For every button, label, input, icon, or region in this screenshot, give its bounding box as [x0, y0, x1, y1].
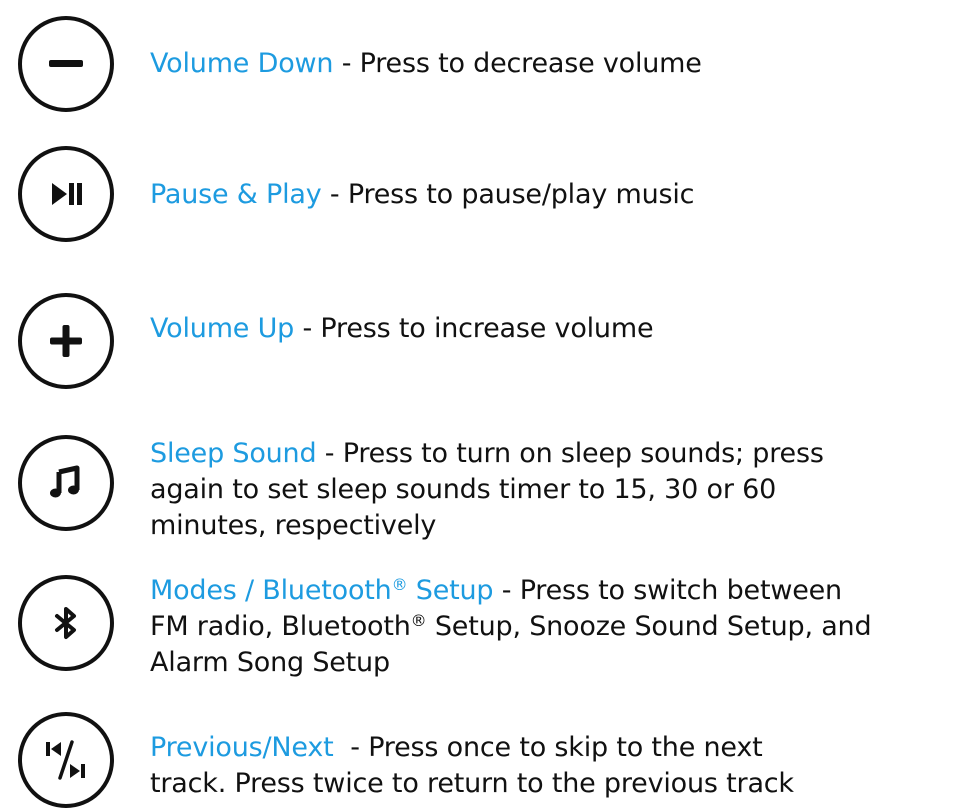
- description-text: Press once to skip to the next: [368, 732, 763, 763]
- description-line: Alarm Song Setup: [150, 647, 390, 678]
- description-text: Press to decrease volume: [359, 48, 702, 79]
- description-line: minutes, respectively: [150, 510, 437, 541]
- control-name: Volume Up: [150, 313, 295, 344]
- control-name: Sleep Sound: [150, 438, 317, 469]
- description-line: again to set sleep sounds timer to 15, 3…: [150, 474, 777, 505]
- control-description: Sleep Sound - Press to turn on sleep sou…: [150, 436, 960, 544]
- description-text: Press to increase volume: [320, 313, 654, 344]
- previous-next-button: [18, 712, 114, 808]
- previous-next-icon: [46, 740, 85, 780]
- description-text: Press to turn on sleep sounds; press: [342, 438, 824, 469]
- plus-icon: [50, 325, 82, 357]
- description-text: Press to switch between: [519, 575, 842, 606]
- separator: -: [333, 48, 360, 79]
- modes-bluetooth-button: [18, 575, 114, 671]
- registered-mark: ®: [410, 611, 427, 631]
- volume-up-button: [18, 293, 114, 389]
- control-description: Volume Down - Press to decrease volume: [150, 46, 960, 82]
- bluetooth-icon: [55, 607, 76, 639]
- description-line: Previous/Next - Press once to skip to th…: [150, 730, 960, 766]
- control-name: Pause & Play: [150, 179, 322, 210]
- control-description: Modes / Bluetooth® Setup - Press to swit…: [150, 573, 960, 681]
- description-text: Press to pause/play music: [347, 179, 695, 210]
- control-name: Volume Down: [150, 48, 334, 79]
- play-pause-icon: [52, 183, 82, 205]
- volume-down-button: [18, 16, 114, 112]
- description-line: FM radio, Bluetooth® Setup, Snooze Sound…: [150, 611, 872, 642]
- control-name: Previous/Next: [150, 732, 334, 763]
- control-description: Volume Up - Press to increase volume: [150, 311, 960, 347]
- description-line: track. Press twice to return to the prev…: [150, 768, 794, 799]
- separator: -: [316, 438, 343, 469]
- description-line: Modes / Bluetooth® Setup - Press to swit…: [150, 573, 960, 609]
- minus-icon: [49, 60, 83, 67]
- control-description: Pause & Play - Press to pause/play music: [150, 177, 960, 213]
- registered-mark: ®: [391, 575, 408, 595]
- separator: -: [321, 179, 348, 210]
- description-line: Sleep Sound - Press to turn on sleep sou…: [150, 436, 960, 472]
- separator: -: [294, 313, 321, 344]
- separator: -: [493, 575, 520, 606]
- music-note-icon: [50, 465, 80, 498]
- control-description: Previous/Next - Press once to skip to th…: [150, 730, 960, 802]
- sleep-sound-button: [18, 435, 114, 531]
- control-name: Modes / Bluetooth® Setup: [150, 575, 494, 606]
- separator: -: [333, 732, 369, 763]
- pause-play-button: [18, 146, 114, 242]
